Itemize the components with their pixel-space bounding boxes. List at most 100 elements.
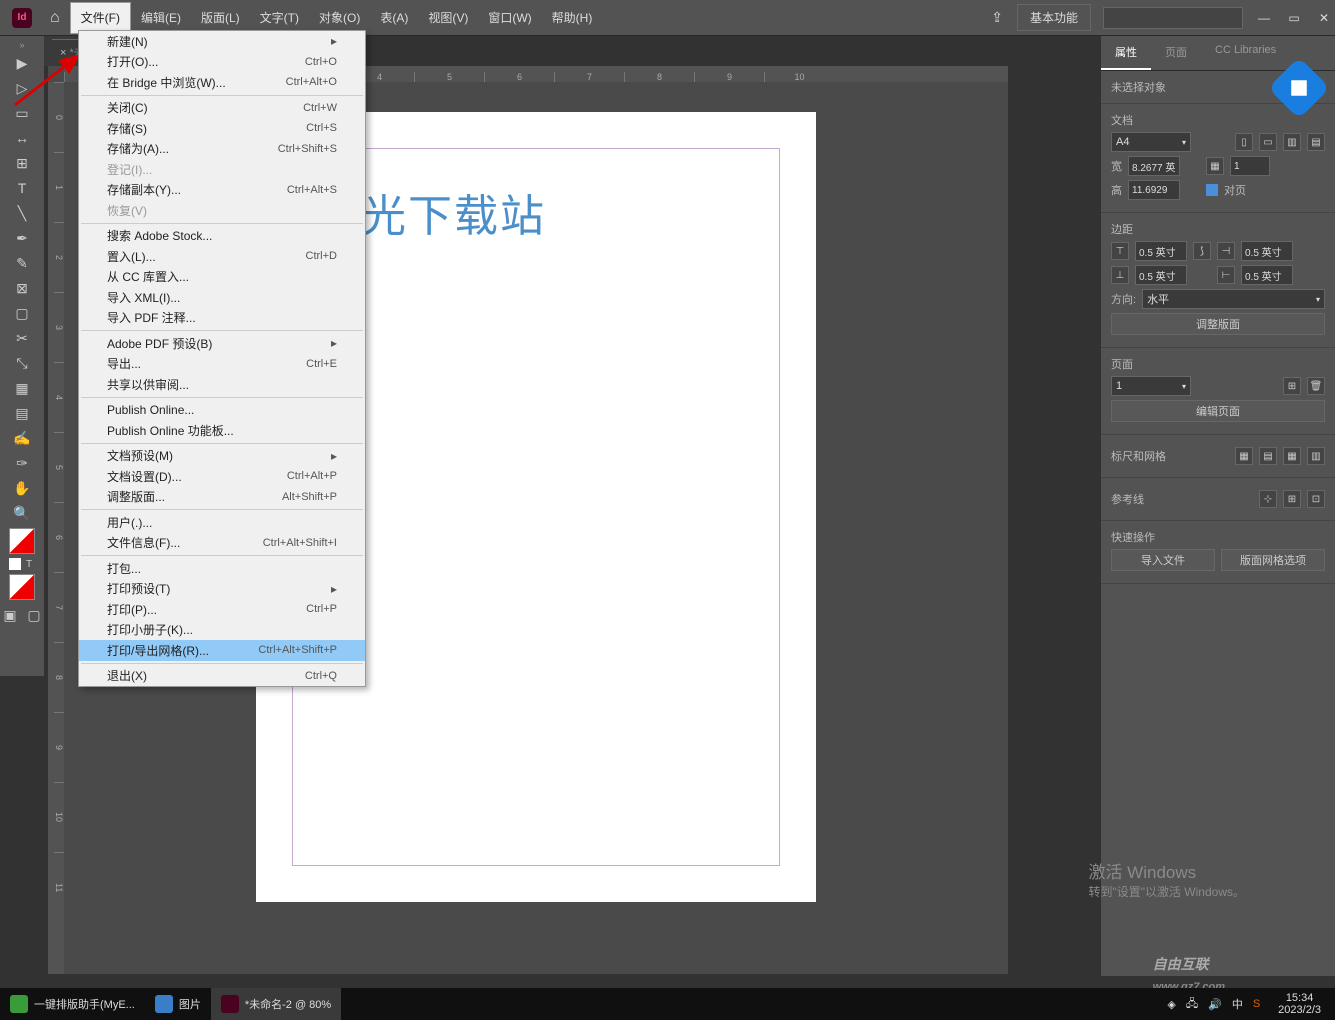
menu-版面(L)[interactable]: 版面(L) <box>191 3 250 33</box>
tab-pages[interactable]: 页面 <box>1151 36 1201 70</box>
home-icon[interactable]: ⌂ <box>50 9 60 27</box>
edit-page-button[interactable]: 编辑页面 <box>1111 400 1325 422</box>
menu-文字(T)[interactable]: 文字(T) <box>250 3 309 33</box>
grid-icon-1[interactable]: ▤ <box>1259 447 1277 465</box>
default-fill-stroke[interactable] <box>9 574 35 600</box>
menu-item-共享以供审阅...[interactable]: 共享以供审阅... <box>79 374 365 395</box>
height-field[interactable]: 11.6929 <box>1128 180 1180 200</box>
menu-item-关闭(C)[interactable]: 关闭(C)Ctrl+W <box>79 98 365 119</box>
ruler-icon[interactable]: ▦ <box>1235 447 1253 465</box>
grid-icon-2[interactable]: ▦ <box>1283 447 1301 465</box>
orientation-select[interactable]: 水平▾ <box>1142 289 1325 309</box>
menu-item-打开(O)...[interactable]: 打开(O)...Ctrl+O <box>79 52 365 73</box>
search-input[interactable] <box>1103 7 1243 29</box>
tab-cc-libraries[interactable]: CC Libraries <box>1201 36 1290 70</box>
margin-bottom-field[interactable]: 0.5 英寸 <box>1135 265 1187 285</box>
margin-left-field[interactable]: 0.5 英寸 <box>1241 241 1293 261</box>
delete-page-icon[interactable]: 🗑 <box>1307 377 1325 395</box>
minimize-icon[interactable]: — <box>1257 11 1271 25</box>
share-icon[interactable]: ⇪ <box>991 9 1003 26</box>
menu-item-从 CC 库置入...[interactable]: 从 CC 库置入... <box>79 267 365 288</box>
pencil-tool[interactable]: ✎ <box>11 252 33 274</box>
menu-item-存储(S)[interactable]: 存储(S)Ctrl+S <box>79 118 365 139</box>
width-field[interactable]: 8.2677 英 <box>1128 156 1180 176</box>
fill-stroke-swatch[interactable] <box>9 528 35 554</box>
menu-表(A)[interactable]: 表(A) <box>370 3 418 33</box>
orientation-landscape-icon[interactable]: ▭ <box>1259 133 1277 151</box>
scissors-tool[interactable]: ✂ <box>11 327 33 349</box>
fill-color[interactable] <box>9 558 21 570</box>
guide-icon-2[interactable]: ⊞ <box>1283 490 1301 508</box>
guide-icon-3[interactable]: ⊡ <box>1307 490 1325 508</box>
facing-pages-checkbox[interactable] <box>1206 184 1218 196</box>
type-tool[interactable]: T <box>11 177 33 199</box>
line-tool[interactable]: ╲ <box>11 202 33 224</box>
rectangle-frame-tool[interactable]: ⊠ <box>11 277 33 299</box>
page-tool[interactable]: ▭ <box>11 102 33 124</box>
menu-item-导出...[interactable]: 导出...Ctrl+E <box>79 354 365 375</box>
tray-ime-indicator[interactable]: 中 <box>1232 996 1243 1012</box>
menu-item-Publish Online...[interactable]: Publish Online... <box>79 400 365 421</box>
margin-right-field[interactable]: 0.5 英寸 <box>1241 265 1293 285</box>
text-fill[interactable]: T <box>23 558 35 570</box>
rectangle-tool[interactable]: ▢ <box>11 302 33 324</box>
taskbar-app[interactable]: 图片 <box>145 988 211 1020</box>
import-file-button[interactable]: 导入文件 <box>1111 549 1215 571</box>
menu-item-文件信息(F)...[interactable]: 文件信息(F)...Ctrl+Alt+Shift+I <box>79 533 365 554</box>
menu-帮助(H)[interactable]: 帮助(H) <box>542 3 603 33</box>
hand-tool[interactable]: ✋ <box>11 477 33 499</box>
menu-item-Publish Online 功能板...[interactable]: Publish Online 功能板... <box>79 420 365 441</box>
add-page-icon[interactable]: ⊞ <box>1283 377 1301 395</box>
gradient-feather-tool[interactable]: ▤ <box>11 402 33 424</box>
close-icon[interactable]: ✕ <box>1317 11 1331 25</box>
menu-item-退出(X)[interactable]: 退出(X)Ctrl+Q <box>79 666 365 687</box>
binding-right-icon[interactable]: ▤ <box>1307 133 1325 151</box>
menu-item-打包...[interactable]: 打包... <box>79 558 365 579</box>
selection-tool[interactable]: ▶ <box>11 52 33 74</box>
page-number-select[interactable]: 1▾ <box>1111 376 1191 396</box>
menu-item-导入 PDF 注释...[interactable]: 导入 PDF 注释... <box>79 308 365 329</box>
tray-volume-icon[interactable]: 🔊 <box>1208 998 1222 1011</box>
grid-options-button[interactable]: 版面网格选项 <box>1221 549 1325 571</box>
menu-编辑(E)[interactable]: 编辑(E) <box>131 3 191 33</box>
taskbar-app[interactable]: 一键排版助手(MyE... <box>0 988 145 1020</box>
zoom-tool[interactable]: 🔍 <box>11 502 33 524</box>
preview-view-icon[interactable]: ▢ <box>23 604 45 626</box>
grid-icon-3[interactable]: ▥ <box>1307 447 1325 465</box>
menu-item-Adobe PDF 预设(B)[interactable]: Adobe PDF 预设(B)▸ <box>79 333 365 354</box>
tray-sogou-icon[interactable]: Ѕ <box>1253 998 1260 1010</box>
taskbar-clock[interactable]: 15:34 2023/2/3 <box>1270 992 1329 1016</box>
menu-item-置入(L)...[interactable]: 置入(L)...Ctrl+D <box>79 246 365 267</box>
page-count-field[interactable]: 1 <box>1230 156 1270 176</box>
maximize-icon[interactable]: ▭ <box>1287 11 1301 25</box>
menu-视图(V)[interactable]: 视图(V) <box>418 3 478 33</box>
tray-network-icon[interactable]: 🖧 <box>1186 995 1198 1014</box>
margin-top-field[interactable]: 0.5 英寸 <box>1135 241 1187 261</box>
free-transform-tool[interactable]: ⤡ <box>11 352 33 374</box>
menu-item-打印/导出网格(R)...[interactable]: 打印/导出网格(R)...Ctrl+Alt+Shift+P <box>79 640 365 661</box>
menu-item-调整版面...[interactable]: 调整版面...Alt+Shift+P <box>79 487 365 508</box>
menu-item-打印预设(T)[interactable]: 打印预设(T)▸ <box>79 579 365 600</box>
menu-窗口(W)[interactable]: 窗口(W) <box>478 3 541 33</box>
tab-properties[interactable]: 属性 <box>1101 36 1151 70</box>
menu-item-打印小册子(K)...[interactable]: 打印小册子(K)... <box>79 620 365 641</box>
menu-item-文档设置(D)...[interactable]: 文档设置(D)...Ctrl+Alt+P <box>79 466 365 487</box>
menu-item-存储为(A)...[interactable]: 存储为(A)...Ctrl+Shift+S <box>79 139 365 160</box>
gradient-swatch-tool[interactable]: ▦ <box>11 377 33 399</box>
menu-item-存储副本(Y)...[interactable]: 存储副本(Y)...Ctrl+Alt+S <box>79 180 365 201</box>
gap-tool[interactable]: ↔ <box>11 127 33 149</box>
workspace-switcher[interactable]: 基本功能 <box>1017 4 1091 31</box>
guide-icon-1[interactable]: ⊹ <box>1259 490 1277 508</box>
content-collector-tool[interactable]: ⊞ <box>11 152 33 174</box>
menu-item-搜索 Adobe Stock...[interactable]: 搜索 Adobe Stock... <box>79 226 365 247</box>
menu-item-用户(.)...[interactable]: 用户(.)... <box>79 512 365 533</box>
page-preset-select[interactable]: A4▾ <box>1111 132 1191 152</box>
binding-left-icon[interactable]: ▥ <box>1283 133 1301 151</box>
menu-对象(O)[interactable]: 对象(O) <box>309 3 370 33</box>
normal-view-icon[interactable]: ▣ <box>0 604 21 626</box>
menu-item-新建(N)[interactable]: 新建(N)▸ <box>79 31 365 52</box>
tray-cube-icon[interactable]: ◈ <box>1167 998 1175 1011</box>
note-tool[interactable]: ✍ <box>11 427 33 449</box>
menu-item-文档预设(M)[interactable]: 文档预设(M)▸ <box>79 446 365 467</box>
menu-item-在 Bridge 中浏览(W)...[interactable]: 在 Bridge 中浏览(W)...Ctrl+Alt+O <box>79 72 365 93</box>
